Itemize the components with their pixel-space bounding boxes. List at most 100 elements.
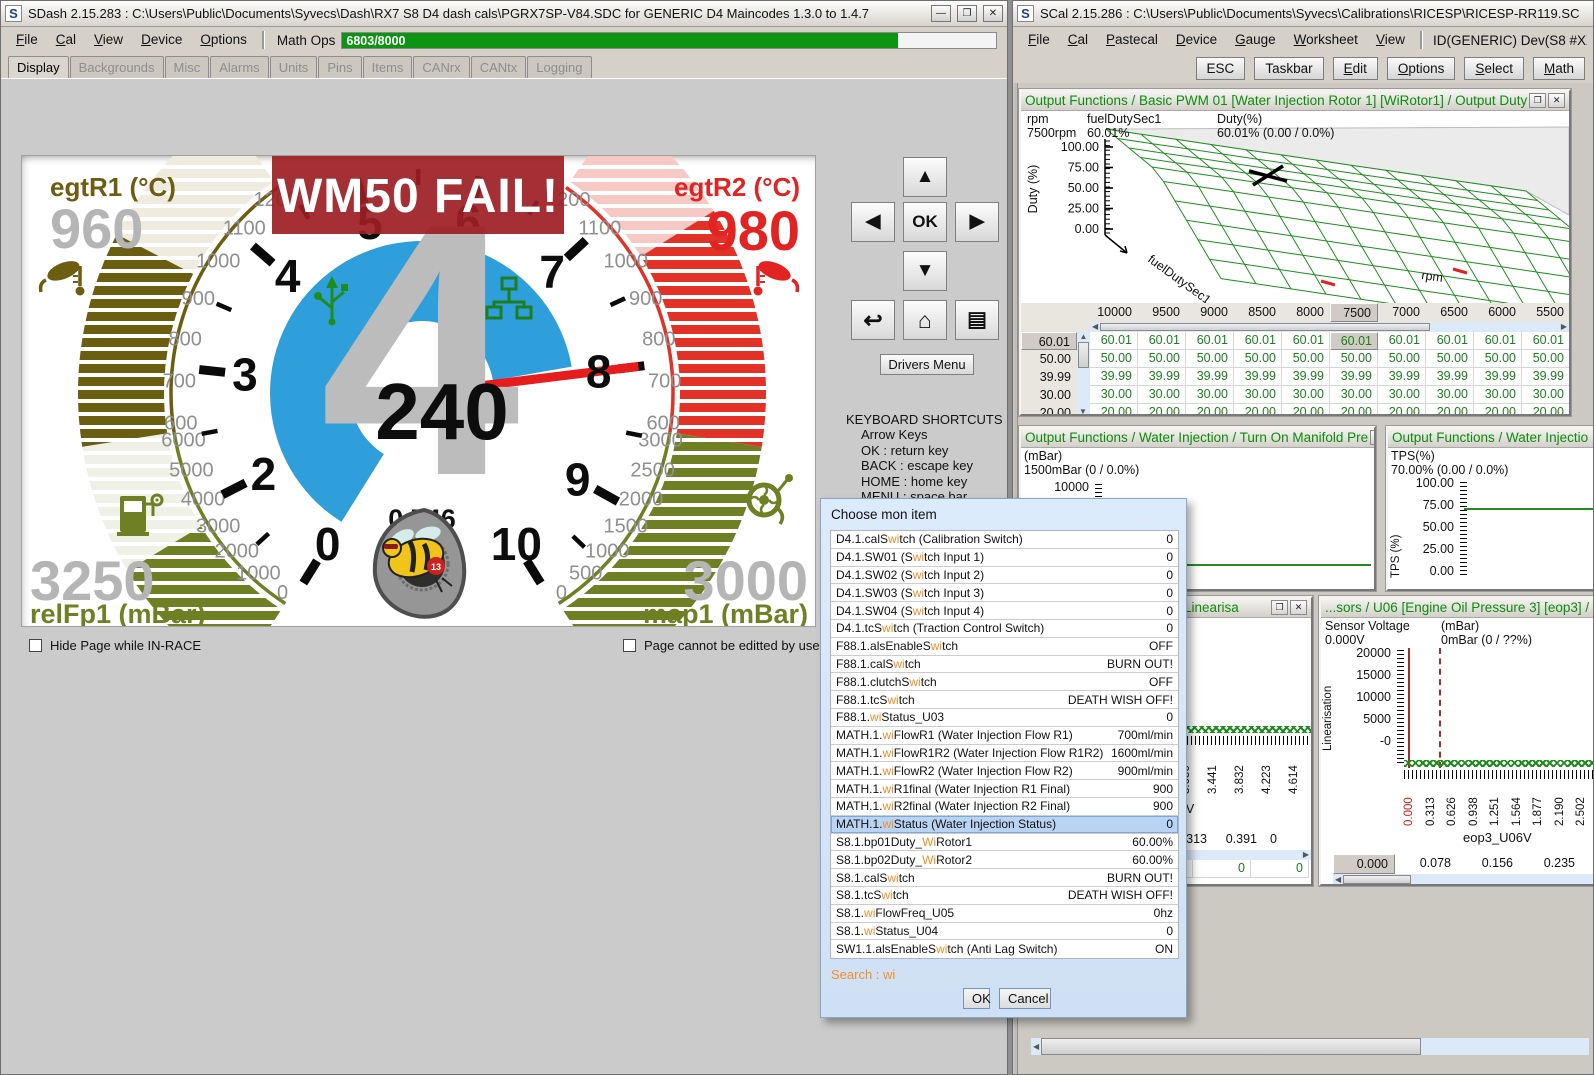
tab-pins[interactable]: Pins bbox=[318, 56, 361, 78]
pwm-map-window[interactable]: Output Functions / Basic PWM 01 [Water I… bbox=[1019, 89, 1571, 416]
table-cell[interactable]: 20.00 bbox=[1378, 404, 1426, 414]
maximize-icon[interactable]: ❐ bbox=[1529, 93, 1546, 108]
table-cell[interactable]: 20.00 bbox=[1330, 404, 1378, 414]
table-hscrollbar[interactable]: ◀▶ bbox=[1090, 322, 1569, 332]
tab-cantx[interactable]: CANtx bbox=[471, 56, 527, 78]
table-cell[interactable]: 20.00 bbox=[1522, 404, 1569, 414]
mon-item-row[interactable]: S8.1.wiStatus_U040 bbox=[831, 923, 1178, 941]
mon-item-row[interactable]: F88.1.alsEnableSwitchOFF bbox=[831, 638, 1178, 656]
sdash-titlebar[interactable]: S SDash 2.15.283 : C:\Users\Public\Docum… bbox=[1, 1, 1007, 27]
tab-items[interactable]: Items bbox=[363, 56, 413, 78]
cancel-button[interactable]: Cancel bbox=[999, 988, 1051, 1009]
table-cell[interactable]: 60.01 bbox=[1090, 332, 1138, 350]
menu-file[interactable]: File bbox=[7, 30, 47, 50]
col-header[interactable]: 0.000 bbox=[1333, 854, 1395, 874]
mon-item-row[interactable]: SW1.1.alsEnableSwitch (Anti Lag Switch)O… bbox=[831, 940, 1178, 958]
col-header[interactable]: 7000 bbox=[1378, 303, 1426, 322]
maximize-icon[interactable]: ❐ bbox=[1370, 430, 1374, 445]
scal-bottom-scrollbar[interactable]: ◀ bbox=[1031, 1038, 1589, 1055]
mon-item-row[interactable]: D4.1.calSwitch (Calibration Switch)0 bbox=[831, 531, 1178, 549]
mon-item-row[interactable]: S8.1.bp01Duty_WiRotor160.00% bbox=[831, 834, 1178, 852]
nav-menu-button[interactable]: ▤ bbox=[955, 300, 999, 340]
col-header[interactable]: 0.313 bbox=[1581, 854, 1593, 874]
menu-gauge[interactable]: Gauge bbox=[1226, 30, 1285, 50]
nav-right-button[interactable]: ▶ bbox=[955, 202, 999, 242]
menu-cal[interactable]: Cal bbox=[47, 30, 85, 50]
table-cell[interactable]: 39.99 bbox=[1330, 368, 1378, 386]
menu-view[interactable]: View bbox=[1367, 30, 1414, 50]
tps-window-titlebar[interactable]: Output Functions / Water Injectio bbox=[1388, 428, 1593, 448]
table-cell[interactable]: 20.00 bbox=[1474, 404, 1522, 414]
table-cell[interactable]: 39.99 bbox=[1234, 368, 1282, 386]
table-cell[interactable]: 39.99 bbox=[1522, 368, 1569, 386]
table-cell[interactable]: 20.00 bbox=[1426, 404, 1474, 414]
dash-page-preview[interactable]: 6007008009001000110012006007008009001000… bbox=[21, 155, 816, 627]
close-icon[interactable]: ✕ bbox=[1290, 600, 1307, 615]
table-cell[interactable]: 30.00 bbox=[1138, 386, 1186, 404]
col-header[interactable]: 5500 bbox=[1522, 303, 1569, 322]
menu-device[interactable]: Device bbox=[132, 30, 191, 50]
table-cell[interactable]: 30.00 bbox=[1090, 386, 1138, 404]
col-header[interactable]: 8000 bbox=[1282, 303, 1330, 322]
table-cell[interactable]: 60.01 bbox=[1378, 332, 1426, 350]
row-header[interactable]: 30.00 bbox=[1021, 386, 1077, 404]
scal-titlebar[interactable]: S SCal 2.15.286 : C:\Users\Public\Docume… bbox=[1013, 1, 1593, 27]
tab-alarms[interactable]: Alarms bbox=[210, 56, 268, 78]
table-cell[interactable]: 60.01 bbox=[1234, 332, 1282, 350]
table-cell[interactable]: 39.99 bbox=[1474, 368, 1522, 386]
table-cell[interactable]: 20.00 bbox=[1282, 404, 1330, 414]
table-cell[interactable]: 60.01 bbox=[1186, 332, 1234, 350]
table-cell[interactable]: 30.00 bbox=[1234, 386, 1282, 404]
tab-backgrounds[interactable]: Backgrounds bbox=[70, 56, 164, 78]
mon-item-row[interactable]: MATH.1.wiFlowR1R2 (Water Injection Flow … bbox=[831, 745, 1178, 763]
scrollbar-thumb[interactable] bbox=[1041, 1038, 1421, 1055]
table-cell[interactable]: 50.00 bbox=[1426, 350, 1474, 368]
table-cell[interactable]: 50.00 bbox=[1282, 350, 1330, 368]
table-cell[interactable]: 60.01 bbox=[1426, 332, 1474, 350]
mon-item-row[interactable]: F88.1.clutchSwitchOFF bbox=[831, 673, 1178, 691]
table-cell[interactable]: 39.99 bbox=[1378, 368, 1426, 386]
table-cell[interactable]: 20.00 bbox=[1090, 404, 1138, 414]
table-cell[interactable]: 30.00 bbox=[1186, 386, 1234, 404]
menu-view[interactable]: View bbox=[85, 30, 132, 50]
tps-window[interactable]: Output Functions / Water Injectio TPS(%)… bbox=[1386, 426, 1593, 591]
menu-options[interactable]: Options bbox=[191, 30, 256, 50]
col-header[interactable]: 7500 bbox=[1330, 303, 1378, 322]
toolbar-edit-button[interactable]: Edit bbox=[1333, 57, 1378, 80]
mon-item-row[interactable]: F88.1.wiStatus_U030 bbox=[831, 709, 1178, 727]
menu-worksheet[interactable]: Worksheet bbox=[1285, 30, 1367, 50]
mon-item-row[interactable]: S8.1.tcSwitchDEATH WISH OFF! bbox=[831, 887, 1178, 905]
col-header[interactable]: 6500 bbox=[1426, 303, 1474, 322]
table-cell[interactable]: 60.01 bbox=[1522, 332, 1569, 350]
mon-item-row[interactable]: S8.1.wiFlowFreq_U050hz bbox=[831, 905, 1178, 923]
col-header[interactable]: 9500 bbox=[1138, 303, 1186, 322]
toolbar-taskbar-button[interactable]: Taskbar bbox=[1254, 57, 1323, 80]
table-cell[interactable]: 60.01 bbox=[1474, 332, 1522, 350]
eop3-linearisation-window[interactable]: ...sors / U06 [Engine Oil Pressure 3] [e… bbox=[1319, 596, 1593, 886]
menu-pastecal[interactable]: Pastecal bbox=[1097, 30, 1167, 50]
table-cell[interactable]: 60.01 bbox=[1138, 332, 1186, 350]
nav-home-button[interactable]: ⌂ bbox=[903, 300, 947, 340]
scroll-left-icon[interactable]: ◀ bbox=[1031, 1042, 1041, 1052]
maximize-icon[interactable]: ❐ bbox=[1271, 600, 1288, 615]
mon-item-row[interactable]: F88.1.tcSwitchDEATH WISH OFF! bbox=[831, 691, 1178, 709]
toolbar-math-button[interactable]: Math bbox=[1533, 57, 1585, 80]
mon-item-row[interactable]: MATH.1.wiFlowR2 (Water Injection Flow R2… bbox=[831, 762, 1178, 780]
table-cell[interactable]: 20.00 bbox=[1234, 404, 1282, 414]
table-vscrollbar[interactable]: ▲▼ bbox=[1077, 332, 1090, 414]
table-cell[interactable]: 30.00 bbox=[1522, 386, 1569, 404]
col-header[interactable]: 0.391 bbox=[1213, 830, 1263, 850]
row-header[interactable]: 50.00 bbox=[1021, 350, 1077, 368]
table-cell[interactable]: 50.00 bbox=[1330, 350, 1378, 368]
table-cell[interactable]: 39.99 bbox=[1138, 368, 1186, 386]
table-cell[interactable]: 39.99 bbox=[1090, 368, 1138, 386]
table-cell[interactable]: 30.00 bbox=[1378, 386, 1426, 404]
table-cell[interactable]: 50.00 bbox=[1138, 350, 1186, 368]
maximize-button[interactable]: ❐ bbox=[957, 5, 977, 22]
tab-logging[interactable]: Logging bbox=[527, 56, 591, 78]
table-cell[interactable]: 50.00 bbox=[1474, 350, 1522, 368]
drivers-menu-button[interactable]: Drivers Menu bbox=[880, 354, 974, 375]
tab-canrx[interactable]: CANrx bbox=[413, 56, 469, 78]
hide-page-while-inrace-checkbox[interactable] bbox=[29, 639, 42, 652]
col-header[interactable]: 0.078 bbox=[1395, 854, 1457, 874]
